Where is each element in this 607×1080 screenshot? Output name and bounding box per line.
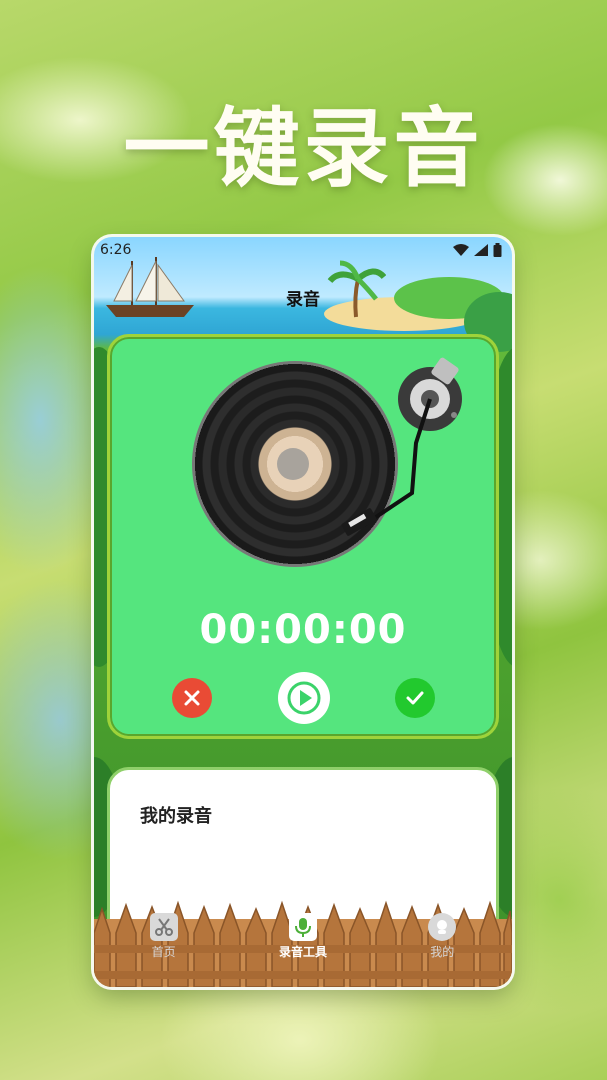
tab-recording-tools-label: 录音工具 (278, 945, 327, 959)
bottom-tab-bar: 首页 录音工具 我的 (94, 913, 512, 977)
tab-mine[interactable]: 我的 (392, 913, 492, 960)
status-bar: 6:26 (94, 237, 512, 263)
recorder-card: 00:00:00 (107, 334, 499, 739)
my-recordings-title: 我的录音 (140, 806, 212, 827)
battery-icon (493, 243, 502, 257)
signal-icon (474, 244, 488, 256)
record-center (277, 448, 309, 480)
microphone-icon (288, 913, 317, 941)
tab-home-label: 首页 (151, 945, 176, 959)
tab-home[interactable]: 首页 (114, 913, 214, 960)
close-icon (184, 690, 200, 706)
status-time: 6:26 (100, 242, 132, 258)
phone-screen: 6:26 录音 00:00:00 我的录音 首页 录音工具 我的 (94, 237, 512, 987)
tab-mine-label: 我的 (430, 945, 455, 959)
check-icon (406, 691, 424, 705)
confirm-button[interactable] (395, 678, 435, 718)
cancel-button[interactable] (172, 678, 212, 718)
tonearm (341, 357, 462, 536)
play-icon (287, 681, 321, 715)
page-title: 录音 (286, 290, 320, 310)
scissors-icon (149, 913, 178, 941)
promo-headline: 一键录音 (123, 99, 484, 199)
wifi-icon (453, 244, 469, 256)
tab-recording-tools[interactable]: 录音工具 (253, 913, 353, 960)
play-button[interactable] (278, 672, 330, 724)
profile-icon (428, 913, 457, 941)
recording-timer: 00:00:00 (199, 607, 407, 653)
